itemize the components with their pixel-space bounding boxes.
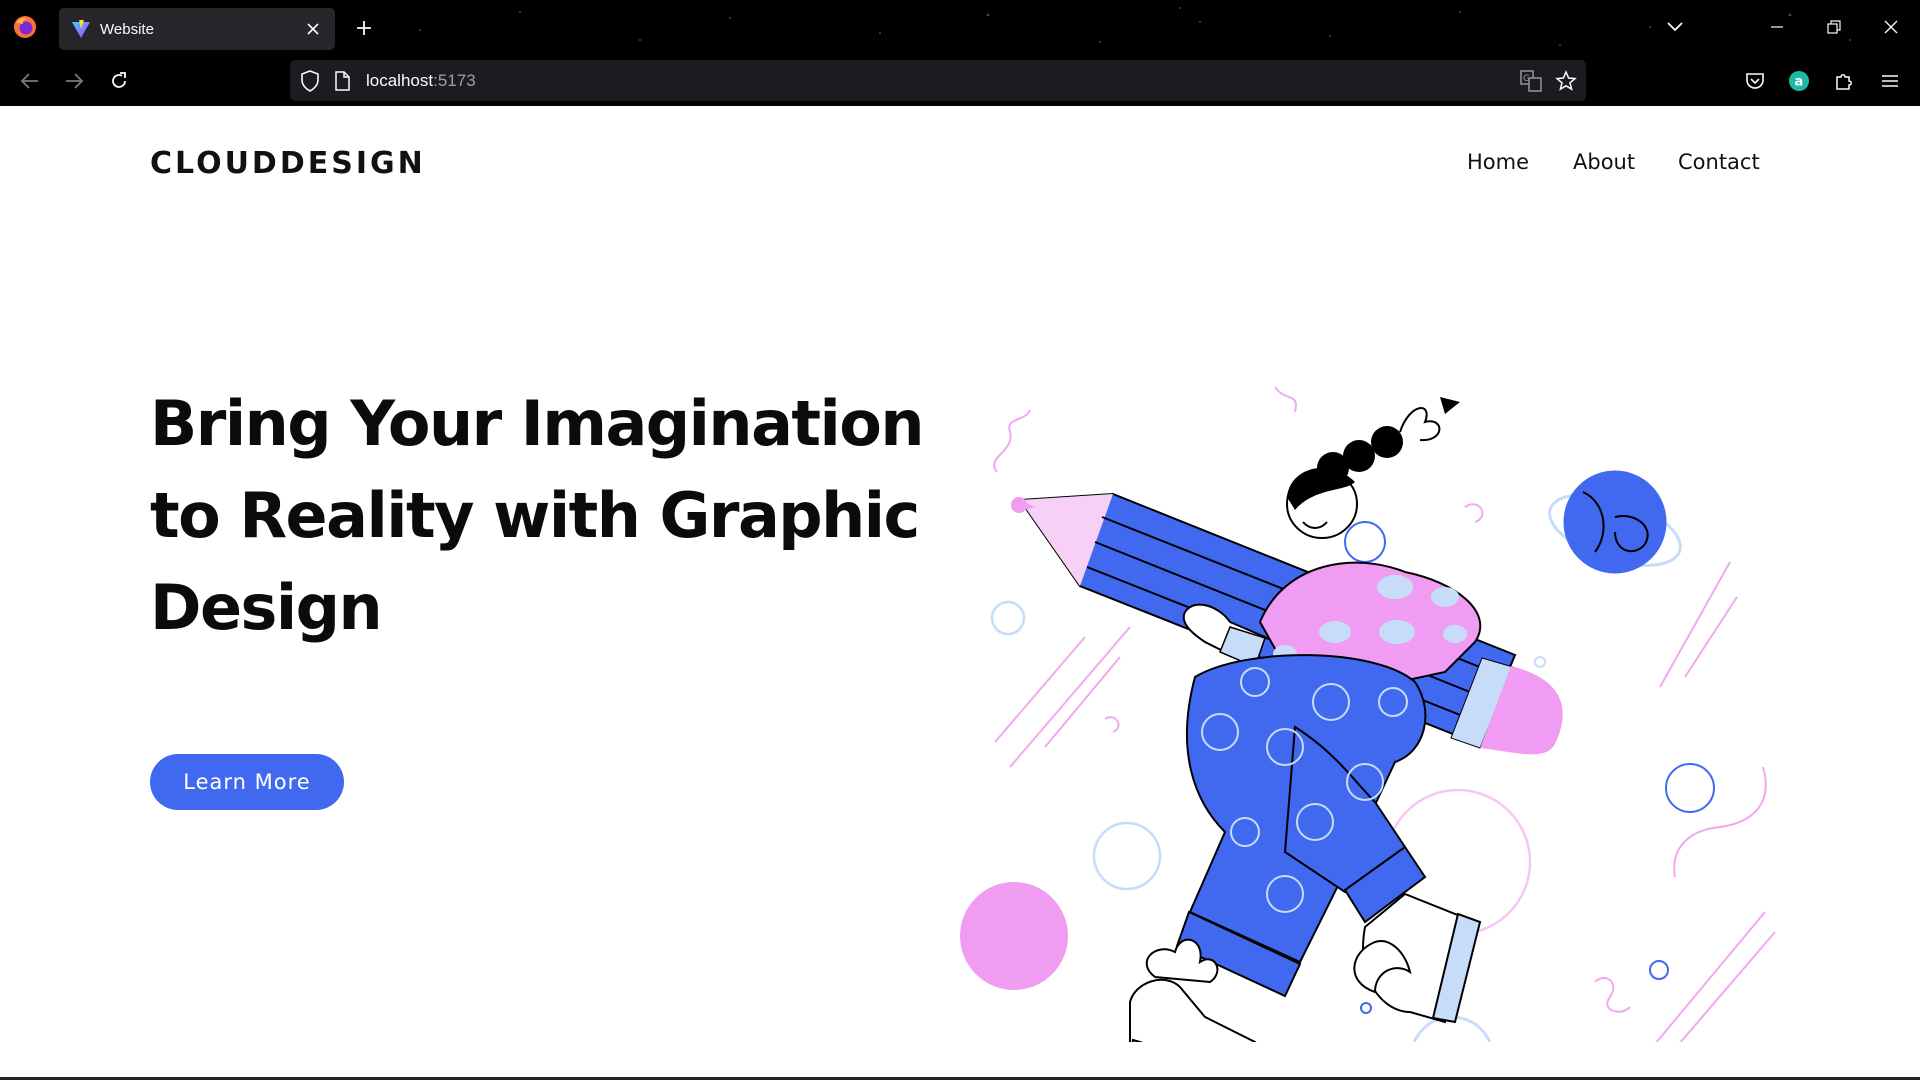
chevron-down-icon[interactable] xyxy=(1655,10,1695,44)
web-page: CLOUDDESIGN Home About Contact Bring You… xyxy=(0,106,1920,1080)
account-letter: a xyxy=(1795,75,1804,90)
hamburger-menu-icon[interactable] xyxy=(1872,64,1908,98)
translate-icon[interactable]: G xyxy=(1520,70,1542,96)
page-icon[interactable] xyxy=(334,71,350,95)
url-host: localhost xyxy=(366,71,434,90)
nav-link-contact[interactable]: Contact xyxy=(1678,150,1760,174)
headline-line-1: Bring Your Imagination xyxy=(150,387,925,460)
site-logo[interactable]: CLOUDDESIGN xyxy=(150,146,426,181)
hero-headline: Bring Your Imagination to Reality with G… xyxy=(150,378,930,654)
headline-line-2: to Reality with Graphic xyxy=(150,479,920,552)
account-avatar-icon[interactable]: a xyxy=(1781,64,1817,98)
close-icon[interactable] xyxy=(299,15,327,43)
learn-more-button[interactable]: Learn More xyxy=(150,754,344,810)
pocket-icon[interactable] xyxy=(1737,64,1773,98)
address-bar[interactable]: localhost:5173 G xyxy=(290,60,1586,101)
url-port: :5173 xyxy=(433,71,476,90)
headline-line-3: Design xyxy=(150,571,383,644)
nav-link-home[interactable]: Home xyxy=(1467,150,1529,174)
forward-arrow-icon[interactable] xyxy=(56,64,92,98)
svg-text:G: G xyxy=(1523,74,1530,84)
restore-icon[interactable] xyxy=(1814,10,1854,44)
plus-icon[interactable] xyxy=(349,13,379,43)
star-icon[interactable] xyxy=(1555,70,1577,96)
reload-icon[interactable] xyxy=(101,64,137,98)
minimize-icon[interactable] xyxy=(1757,10,1797,44)
tab-title: Website xyxy=(100,20,154,38)
browser-tab[interactable]: Website xyxy=(59,8,335,50)
vite-icon xyxy=(72,20,90,38)
hero-illustration xyxy=(960,386,1776,1042)
shield-icon[interactable] xyxy=(300,70,320,96)
firefox-icon[interactable] xyxy=(12,14,38,40)
close-icon[interactable] xyxy=(1871,10,1911,44)
browser-title-bar: Website xyxy=(0,0,1920,55)
planet-graphic xyxy=(1548,470,1682,574)
browser-nav-bar: localhost:5173 G a xyxy=(0,55,1920,106)
puzzle-icon[interactable] xyxy=(1826,64,1862,98)
url-text[interactable]: localhost:5173 xyxy=(366,71,476,91)
nav-link-about[interactable]: About xyxy=(1573,150,1635,174)
back-arrow-icon[interactable] xyxy=(12,64,48,98)
